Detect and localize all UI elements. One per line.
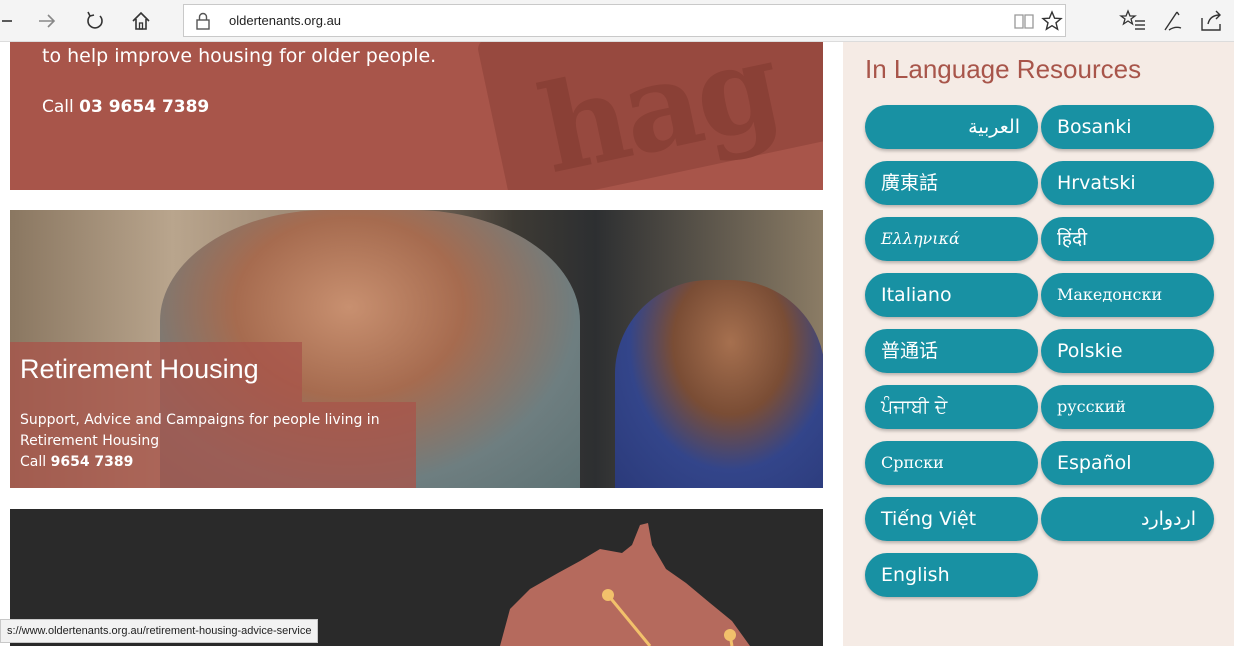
description-text: Support, Advice and Campaigns for people… (20, 412, 380, 449)
lang-button-polish[interactable]: Polskie (1041, 329, 1214, 373)
retirement-housing-title[interactable]: Retirement Housing (20, 354, 259, 385)
lang-button-croatian[interactable]: Hrvatski (1041, 161, 1214, 205)
lang-button-punjabi[interactable]: ਪੰਜਾਬੀ ਦੇ (865, 385, 1038, 429)
lang-button-cantonese[interactable]: 廣東話 (865, 161, 1038, 205)
contact-banner[interactable]: hag to help improve housing for older pe… (10, 42, 823, 190)
status-bar-link: s://www.oldertenants.org.au/retirement-h… (0, 619, 319, 643)
forward-arrow-icon[interactable] (32, 6, 62, 36)
retirement-housing-description: Support, Advice and Campaigns for people… (20, 410, 410, 473)
title-overlay: Retirement Housing (10, 342, 302, 402)
watermark-logo: hag (527, 42, 789, 190)
lang-button-russian[interactable]: русский (1041, 385, 1214, 429)
call-label: Call (20, 454, 47, 470)
banner-text: to help improve housing for older people… (42, 45, 437, 67)
lang-button-italian[interactable]: Italiano (865, 273, 1038, 317)
lang-button-hindi[interactable]: हिंदी (1041, 217, 1214, 261)
photo-woman-smiling (615, 280, 823, 488)
address-url[interactable]: oldertenants.org.au (229, 5, 341, 36)
retirement-call: Call 9654 7389 (20, 454, 133, 470)
lang-button-mandarin[interactable]: 普通话 (865, 329, 1038, 373)
lang-button-spanish[interactable]: Español (1041, 441, 1214, 485)
call-number: 03 9654 7389 (79, 97, 210, 117)
language-sidebar: In Language Resources العربية Bosanki 廣東… (843, 42, 1234, 646)
home-icon[interactable] (126, 6, 156, 36)
call-number: 9654 7389 (50, 454, 134, 470)
lang-button-vietnamese[interactable]: Tiếng Việt (865, 497, 1038, 541)
browser-toolbar: oldertenants.org.au (0, 0, 1234, 42)
page-content: hag to help improve housing for older pe… (0, 42, 1234, 646)
description-overlay: Support, Advice and Campaigns for people… (10, 402, 416, 488)
reading-view-icon[interactable] (1012, 9, 1036, 33)
address-bar[interactable]: oldertenants.org.au (183, 4, 1066, 37)
minus-icon[interactable] (0, 6, 28, 36)
lang-button-greek[interactable]: Ελληνικά (865, 217, 1038, 261)
lang-button-serbian[interactable]: Српски (865, 441, 1038, 485)
call-label: Call (42, 97, 74, 117)
sidebar-title: In Language Resources (865, 54, 1142, 84)
banner-call: Call 03 9654 7389 (42, 97, 209, 117)
lang-button-macedonian[interactable]: Македонски (1041, 273, 1214, 317)
share-icon[interactable] (1196, 6, 1226, 36)
refresh-icon[interactable] (80, 6, 110, 36)
pen-notes-icon[interactable] (1157, 6, 1187, 36)
retirement-housing-card[interactable]: Retirement Housing Support, Advice and C… (10, 210, 823, 488)
lang-button-arabic[interactable]: العربية (865, 105, 1038, 149)
lang-button-bosnian[interactable]: Bosanki (1041, 105, 1214, 149)
lang-button-urdu[interactable]: اردوارد (1041, 497, 1214, 541)
lock-icon (192, 10, 214, 32)
favorite-star-icon[interactable] (1040, 9, 1064, 33)
favorites-list-icon[interactable] (1118, 6, 1148, 36)
lang-button-english[interactable]: English (865, 553, 1038, 597)
